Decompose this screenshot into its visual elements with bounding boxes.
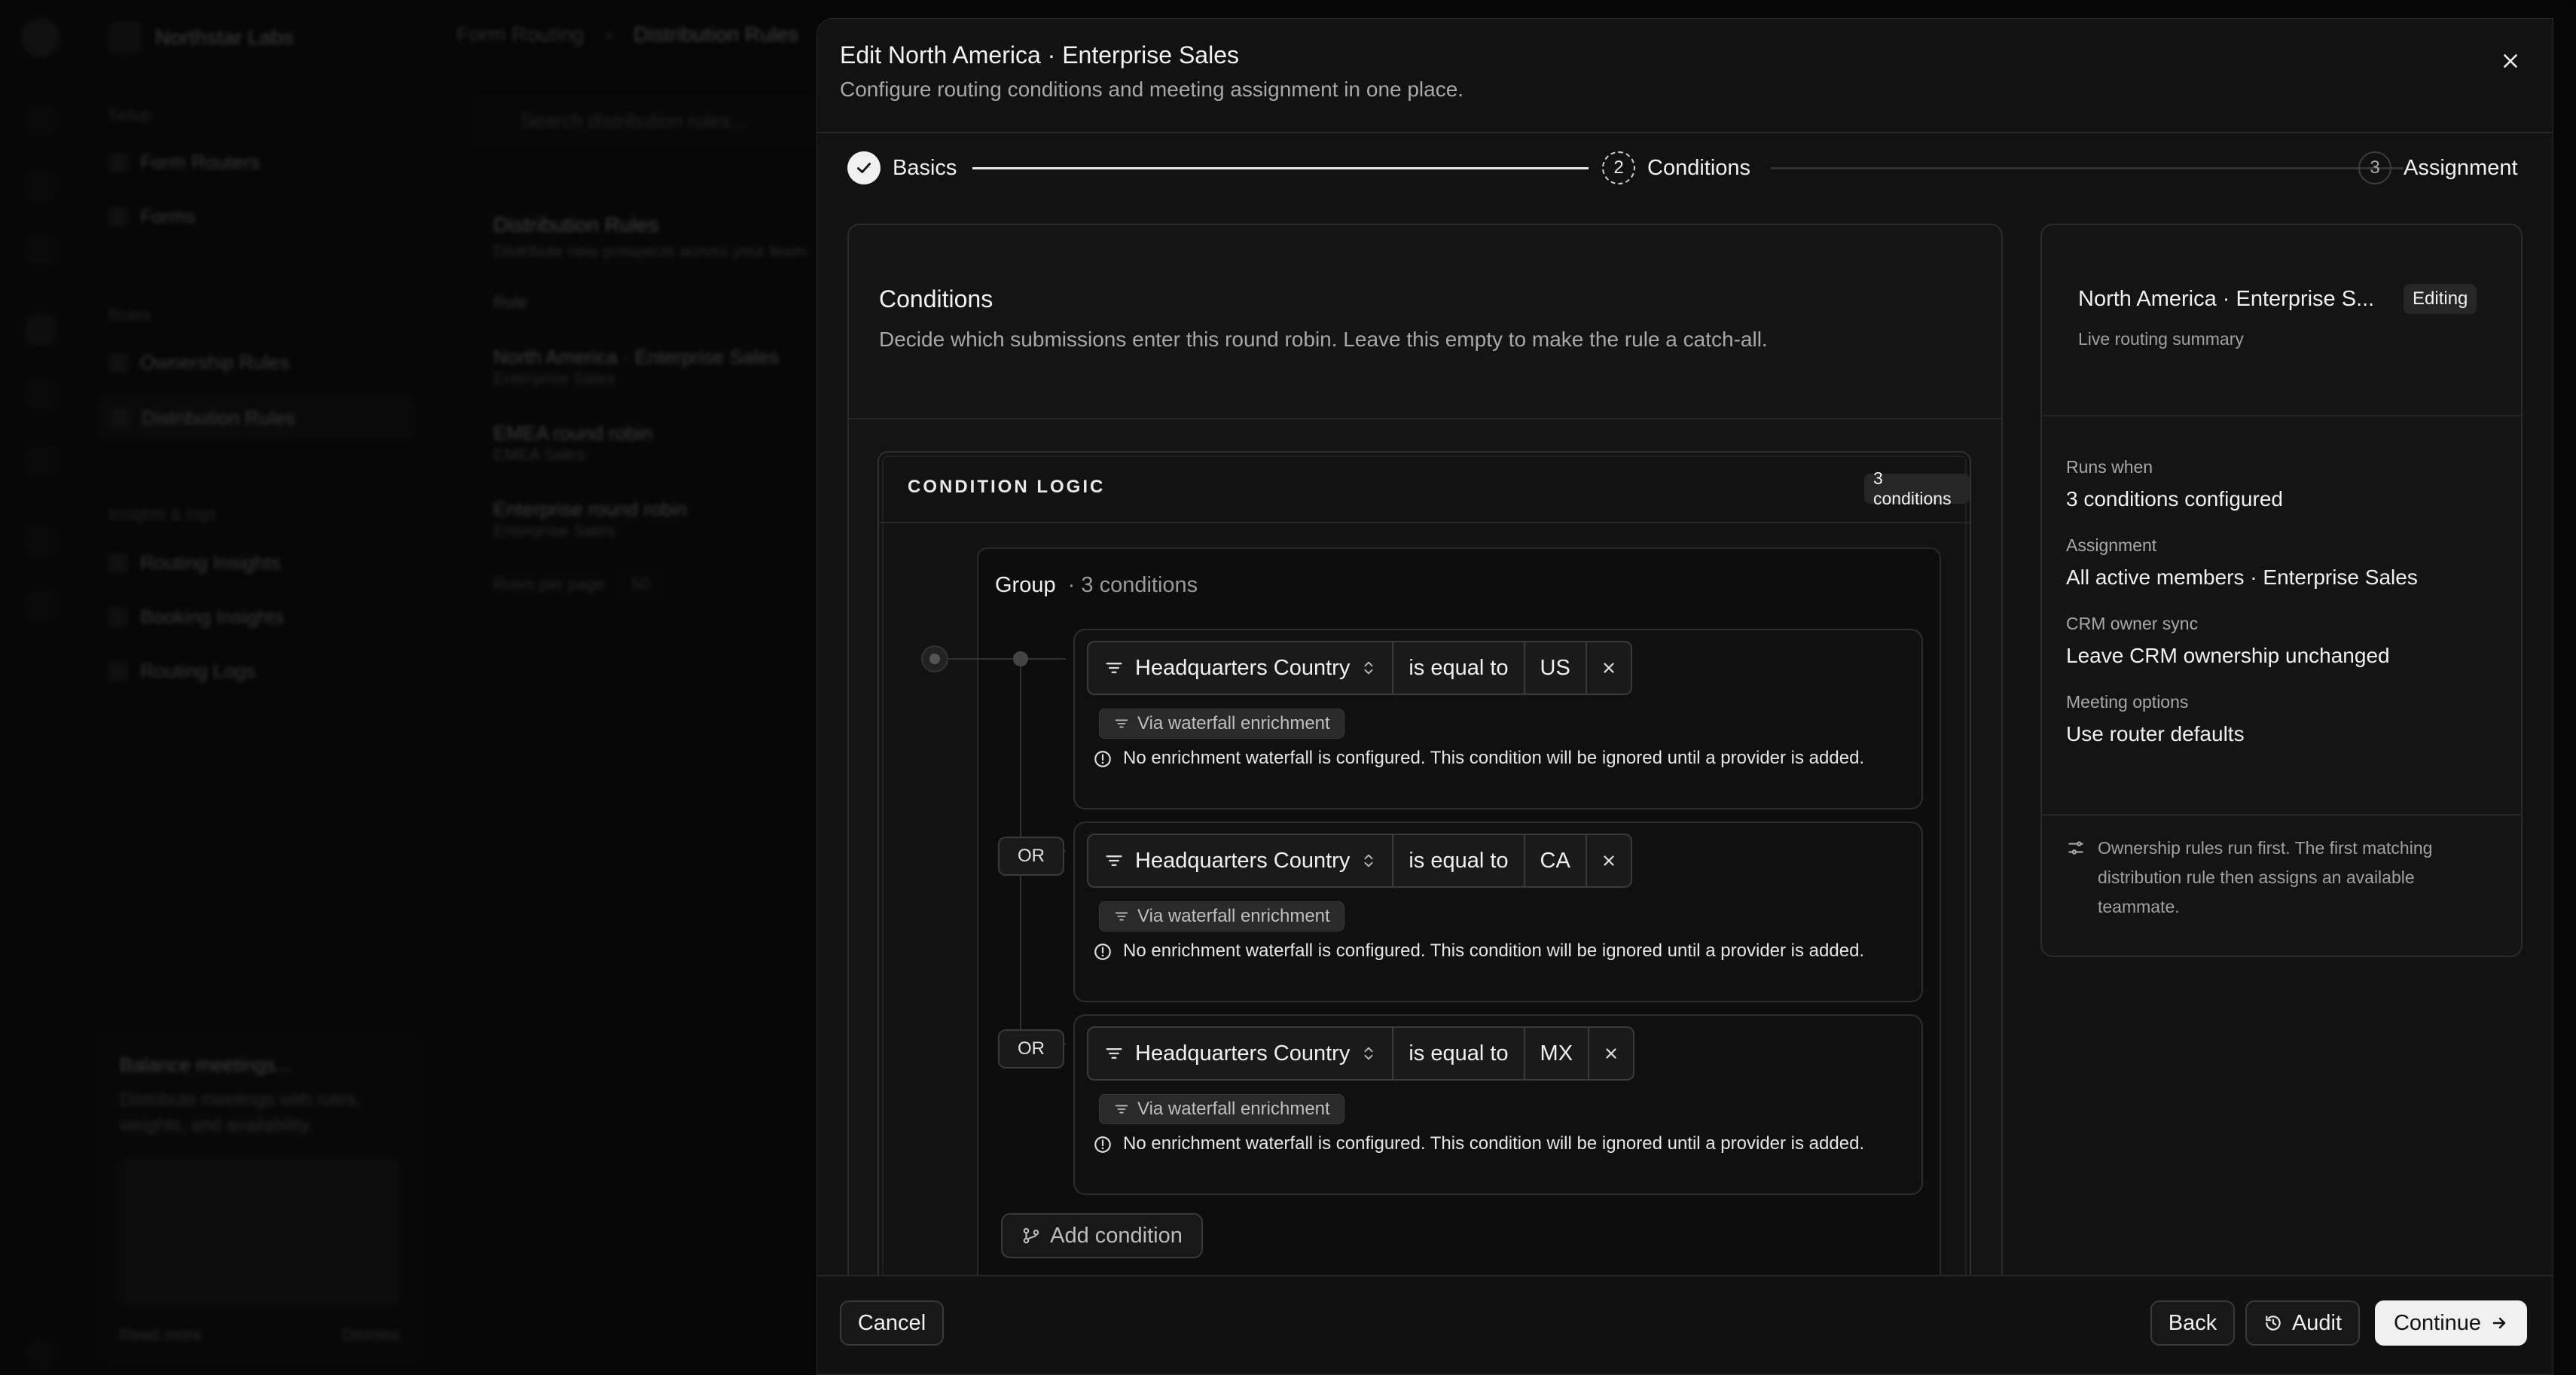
summary-meeting-options-value: Use router defaults — [2066, 722, 2245, 745]
condition-3-value-input[interactable]: MX — [1525, 1028, 1590, 1079]
condition-1-value-input[interactable]: US — [1525, 642, 1587, 694]
info-circle-icon — [1094, 751, 1111, 767]
step-connector-pending — [1771, 167, 2404, 169]
condition-2-enrichment-badge[interactable]: Via waterfall enrichment — [1099, 901, 1344, 931]
condition-3-enrichment-badge[interactable]: Via waterfall enrichment — [1099, 1094, 1344, 1124]
filter-icon — [1106, 663, 1122, 673]
condition-1-builder: Headquarters Country is equal to US — [1087, 641, 1632, 695]
step-2-number[interactable]: 2 — [1602, 151, 1635, 184]
add-condition-button[interactable]: Add condition — [1001, 1213, 1203, 1258]
logic-panel-divider — [879, 522, 1970, 523]
summary-runs-when-label: Runs when — [2066, 457, 2153, 477]
dialog-title: Edit North America · Enterprise Sales — [840, 41, 1239, 69]
chevron-updown-icon — [1364, 854, 1373, 867]
step-1-check-icon[interactable] — [847, 151, 881, 184]
chevron-updown-icon — [1364, 661, 1373, 675]
cancel-button[interactable]: Cancel — [840, 1300, 944, 1346]
summary-meeting-options-label: Meeting options — [2066, 692, 2189, 712]
condition-2-field-select[interactable]: Headquarters Country — [1088, 835, 1394, 886]
summary-assignment-value: All active members · Enterprise Sales — [2066, 566, 2418, 589]
filter-icon — [1115, 719, 1128, 728]
summary-runs-when-value: 3 conditions configured — [2066, 487, 2283, 511]
routing-summary-card: North America · Enterprise S... Editing … — [2040, 224, 2523, 957]
step-assignment-label[interactable]: Assignment — [2404, 156, 2518, 181]
summary-subtitle: Live routing summary — [2078, 329, 2244, 349]
continue-button[interactable]: Continue — [2375, 1300, 2527, 1346]
summary-crm-sync-label: CRM owner sync — [2066, 614, 2199, 633]
branch-h-1 — [1028, 658, 1066, 660]
condition-1-enrichment-badge[interactable]: Via waterfall enrichment — [1099, 709, 1344, 739]
condition-3-remove-button[interactable] — [1589, 1028, 1633, 1079]
summary-divider-1 — [2042, 415, 2521, 416]
condition-logic-title: CONDITION LOGIC — [908, 477, 1106, 497]
header-divider — [817, 132, 2553, 133]
filter-icon — [1106, 1048, 1122, 1059]
conditions-divider — [849, 418, 2001, 419]
summary-note: Ownership rules run first. The first mat… — [2066, 834, 2488, 922]
close-icon — [1604, 663, 1614, 673]
condition-1-operator-select[interactable]: is equal to — [1393, 642, 1525, 694]
dialog-subtitle: Configure routing conditions and meeting… — [840, 78, 1464, 101]
summary-crm-sync-value: Leave CRM ownership unchanged — [2066, 644, 2390, 667]
audit-button[interactable]: Audit — [2245, 1300, 2360, 1346]
branch-icon — [1023, 1227, 1039, 1244]
route-settings-icon — [2068, 841, 2083, 855]
step-conditions-label[interactable]: Conditions — [1647, 156, 1750, 181]
condition-3-operator-select[interactable]: is equal to — [1393, 1028, 1525, 1079]
branch-node-dot — [1013, 651, 1028, 666]
condition-1-field-select[interactable]: Headquarters Country — [1088, 642, 1394, 694]
info-circle-icon — [1094, 944, 1111, 960]
filter-icon — [1115, 1105, 1128, 1114]
condition-count-badge: 3 conditions — [1864, 468, 1970, 508]
info-circle-icon — [1094, 1136, 1111, 1153]
conditions-description: Decide which submissions enter this roun… — [879, 328, 1768, 351]
filter-icon — [1115, 912, 1128, 921]
root-node-dot — [921, 645, 948, 672]
or-connector-3[interactable]: OR — [998, 1029, 1064, 1069]
step-3-number[interactable]: 3 — [2358, 151, 2391, 184]
condition-2-operator-select[interactable]: is equal to — [1393, 835, 1525, 886]
condition-3-field-select[interactable]: Headquarters Country — [1088, 1028, 1394, 1079]
arrow-right-icon — [2492, 1317, 2506, 1329]
close-icon — [1604, 855, 1614, 866]
condition-2-warning: No enrichment waterfall is configured. T… — [1093, 939, 1876, 963]
step-basics-label[interactable]: Basics — [893, 156, 957, 181]
condition-1-remove-button[interactable] — [1587, 642, 1631, 694]
summary-divider-2 — [2042, 814, 2521, 816]
group-label: Group · 3 conditions — [995, 573, 1198, 597]
back-button[interactable]: Back — [2150, 1300, 2235, 1346]
summary-assignment-label: Assignment — [2066, 535, 2157, 555]
condition-2-remove-button[interactable] — [1587, 835, 1631, 886]
condition-1-warning: No enrichment waterfall is configured. T… — [1093, 746, 1876, 770]
editing-badge: Editing — [2404, 284, 2477, 314]
step-connector-done — [972, 167, 1589, 169]
history-icon — [2266, 1316, 2281, 1331]
close-icon[interactable] — [2494, 44, 2527, 78]
conditions-title: Conditions — [879, 285, 993, 312]
edit-rule-dialog: Edit North America · Enterprise Sales Co… — [816, 18, 2553, 1375]
condition-2-value-input[interactable]: CA — [1525, 835, 1587, 886]
condition-2-builder: Headquarters Country is equal to CA — [1087, 834, 1632, 888]
or-connector-2[interactable]: OR — [998, 837, 1064, 876]
condition-3-builder: Headquarters Country is equal to MX — [1087, 1026, 1635, 1081]
condition-3-warning: No enrichment waterfall is configured. T… — [1093, 1132, 1876, 1156]
root-connector — [948, 658, 1013, 660]
summary-title: North America · Enterprise S... — [2078, 287, 2375, 311]
group-count: · 3 conditions — [1067, 573, 1198, 597]
close-icon — [1606, 1048, 1616, 1059]
chevron-updown-icon — [1364, 1047, 1373, 1060]
filter-icon — [1106, 855, 1122, 866]
